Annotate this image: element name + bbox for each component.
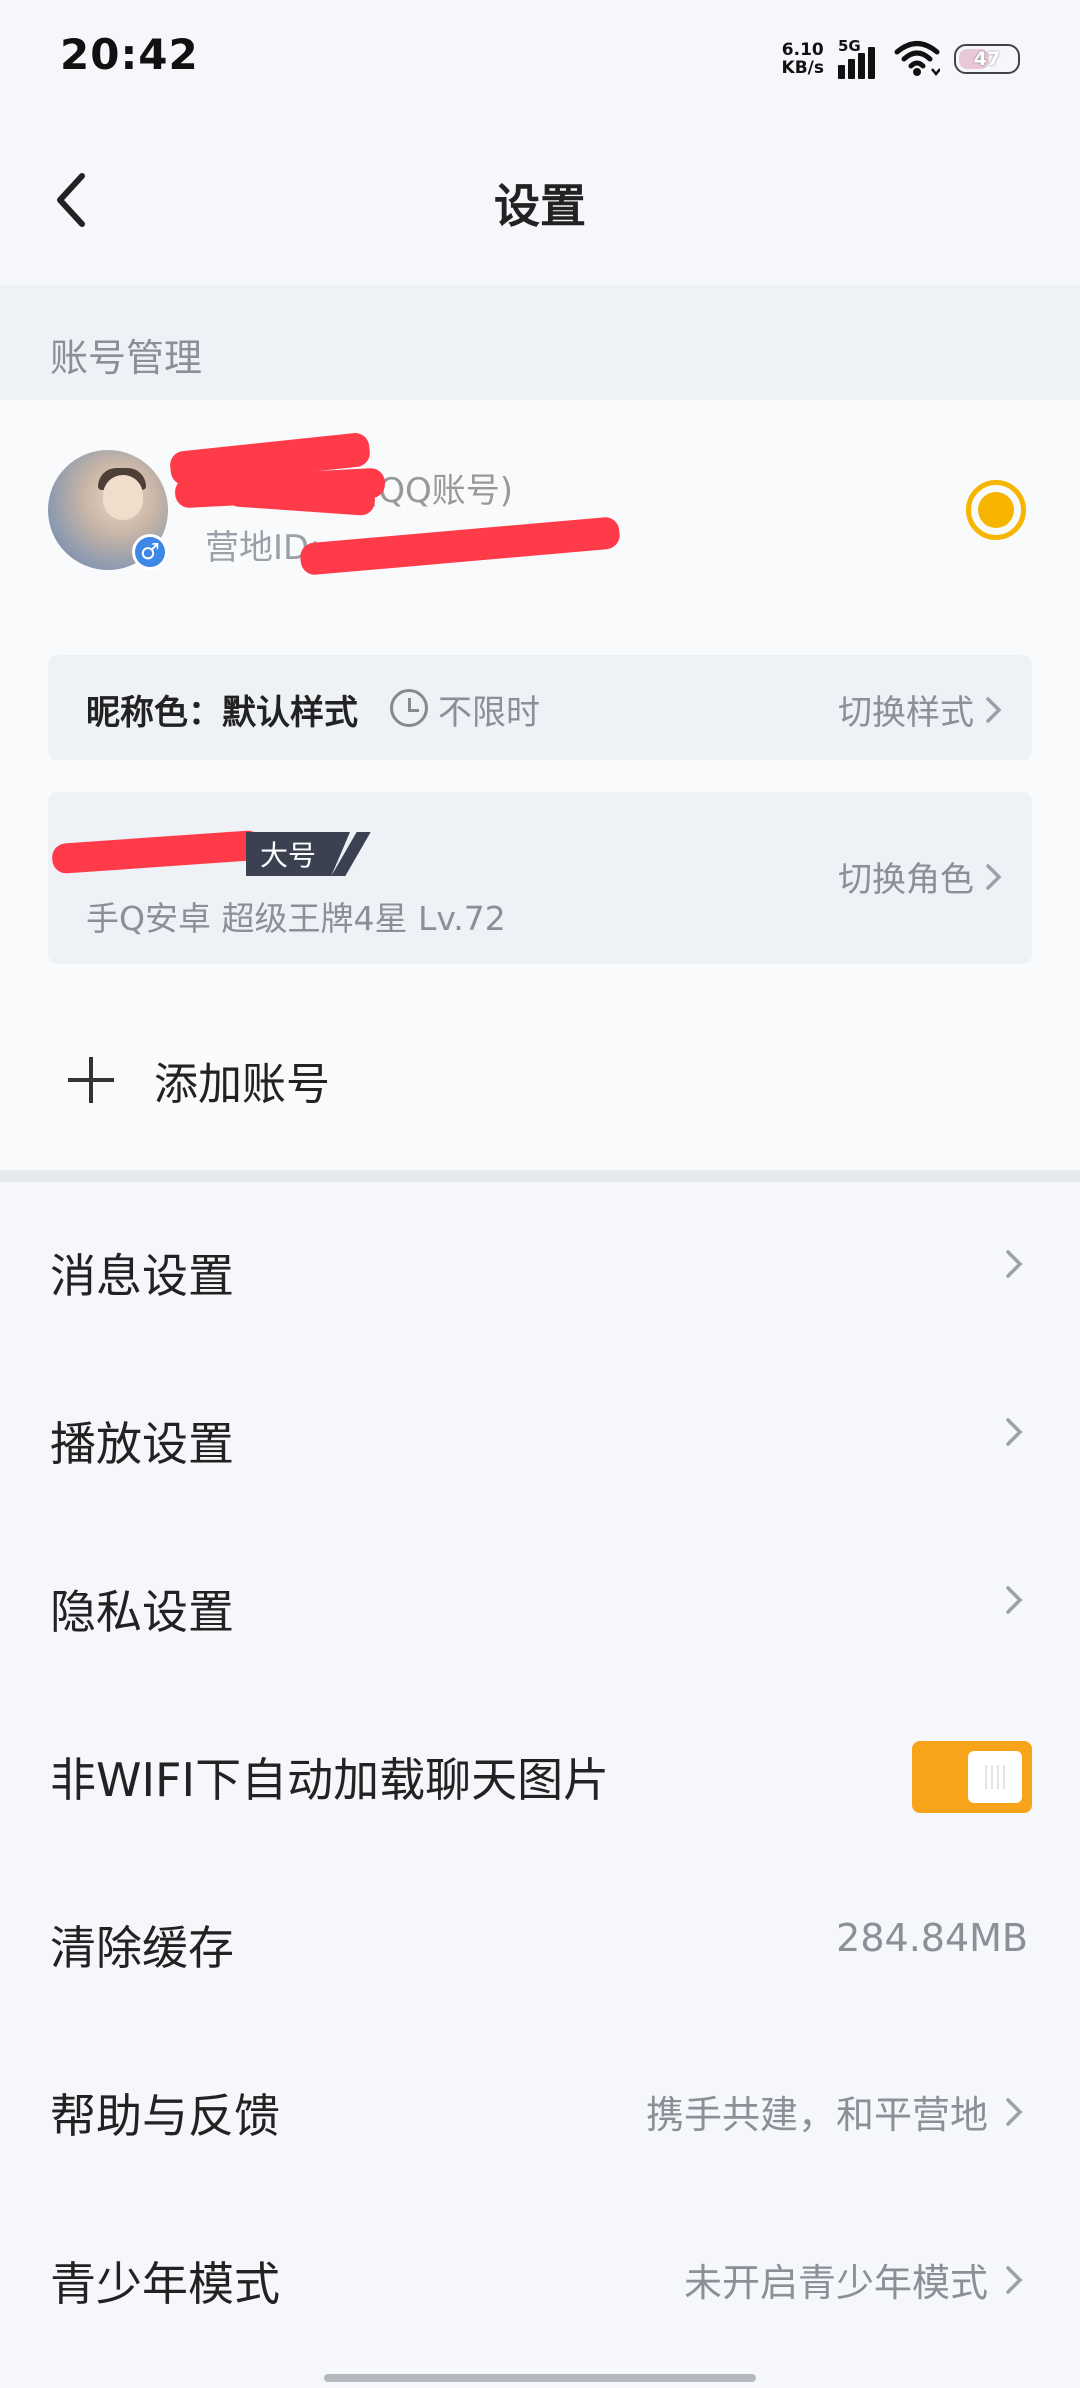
settings-row-label: 青少年模式	[50, 2257, 280, 2311]
chevron-right-icon	[1006, 1418, 1023, 1446]
settings-row-privacy[interactable]: 隐私设置	[0, 1518, 1080, 1686]
settings-row-playback[interactable]: 播放设置	[0, 1350, 1080, 1518]
section-divider	[0, 1170, 1080, 1182]
section-header-account: 账号管理	[0, 285, 1080, 400]
switch-role-button[interactable]: 切换角色	[838, 852, 1004, 901]
chevron-right-icon	[986, 863, 1002, 890]
settings-row-label: 消息设置	[50, 1249, 234, 1303]
settings-row-message[interactable]: 消息设置	[0, 1182, 1080, 1350]
settings-row-label: 非WIFI下自动加载聊天图片	[50, 1753, 610, 1807]
status-bar: 20:42 6.10 KB/s 5G 47	[0, 0, 1080, 115]
help-feedback-value: 携手共建，和平营地	[645, 2093, 988, 2137]
plus-icon	[60, 1050, 120, 1110]
section-title: 账号管理	[50, 336, 203, 380]
add-account-button[interactable]: 添加账号	[60, 1040, 330, 1120]
clock-icon	[390, 689, 428, 727]
network-speed: 6.10 KB/s	[782, 41, 824, 77]
chevron-right-icon	[986, 696, 1002, 723]
account-selected-radio[interactable]	[966, 480, 1026, 540]
auto-load-toggle[interactable]	[912, 1741, 1032, 1813]
chevron-right-icon	[1006, 2097, 1023, 2126]
nickname-color-label: 昵称色：默认样式	[86, 693, 358, 733]
role-meta: 手Q安卓 超级王牌4星 Lv.72	[86, 899, 506, 938]
battery-icon: 47	[954, 44, 1020, 74]
network-type: 5G	[838, 37, 861, 55]
signal-icon: 5G	[838, 37, 880, 79]
account-panel: ♂ (QQ账号) 营地ID: 昵称色：默认样式 不限时 切换样式 大号 手Q安卓…	[0, 400, 1080, 1170]
page-title: 设置	[494, 179, 586, 233]
wifi-icon	[894, 41, 940, 77]
nickname-suffix: (QQ账号)	[365, 470, 514, 511]
status-time: 20:42	[60, 30, 199, 79]
settings-row-auto-load-images: 非WIFI下自动加载聊天图片	[0, 1686, 1080, 1854]
redaction-mark	[299, 516, 621, 576]
toggle-knob	[968, 1751, 1022, 1803]
settings-row-label: 隐私设置	[50, 1585, 234, 1639]
nickname-color-card[interactable]: 昵称色：默认样式 不限时 切换样式	[48, 655, 1032, 760]
battery-level: 47	[973, 48, 1001, 70]
settings-row-teen-mode[interactable]: 青少年模式 未开启青少年模式	[0, 2190, 1080, 2358]
role-name-redacted	[51, 827, 263, 875]
switch-style-button[interactable]: 切换样式	[838, 685, 1004, 734]
chevron-right-icon	[1006, 1586, 1023, 1614]
network-speed-value: 6.10	[781, 40, 824, 60]
chevron-right-icon	[1006, 1250, 1023, 1278]
top-nav: 设置	[0, 115, 1080, 285]
teen-mode-value: 未开启青少年模式	[683, 2261, 988, 2305]
cache-size: 284.84MB	[836, 1916, 1028, 1960]
network-speed-unit: KB/s	[781, 58, 824, 78]
settings-row-help-feedback[interactable]: 帮助与反馈 携手共建，和平营地	[0, 2022, 1080, 2190]
switch-style-label: 切换样式	[838, 693, 974, 733]
chevron-right-icon	[1006, 2265, 1023, 2294]
settings-row-clear-cache[interactable]: 清除缓存 284.84MB	[0, 1854, 1080, 2022]
add-account-label: 添加账号	[154, 1059, 330, 1110]
nickname-color-limit: 不限时	[438, 693, 540, 733]
settings-row-label: 清除缓存	[50, 1921, 234, 1975]
status-icons: 6.10 KB/s 5G 47	[782, 34, 1020, 84]
settings-row-label: 播放设置	[50, 1417, 234, 1471]
settings-row-label: 帮助与反馈	[50, 2089, 280, 2143]
switch-role-label: 切换角色	[838, 860, 974, 900]
home-indicator[interactable]	[324, 2374, 756, 2382]
male-icon: ♂	[132, 534, 168, 570]
role-card[interactable]: 大号 手Q安卓 超级王牌4星 Lv.72 切换角色	[48, 792, 1032, 964]
